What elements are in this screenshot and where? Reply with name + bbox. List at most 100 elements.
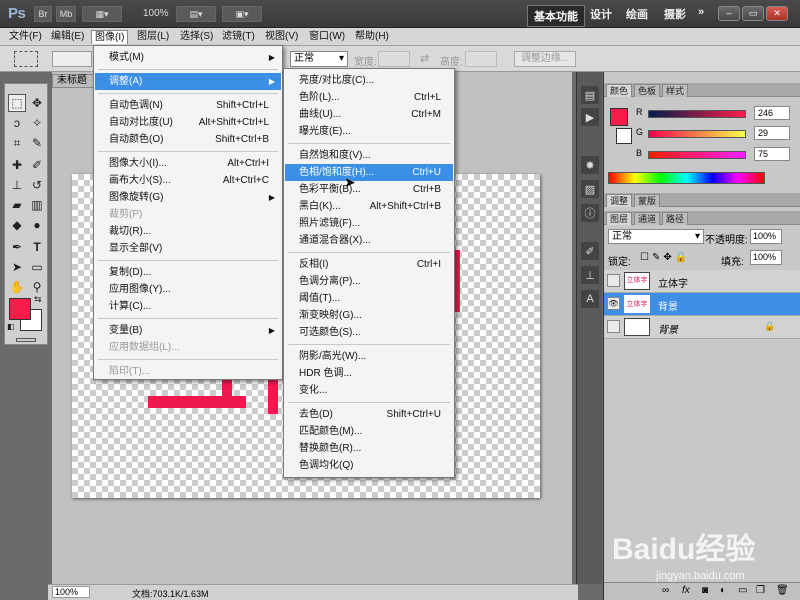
foreground-color-swatch[interactable]	[9, 298, 31, 320]
layer-row[interactable]: 立体字 立体字	[604, 270, 800, 293]
adjust-menu-item[interactable]: 反相(I) Ctrl+I	[285, 256, 453, 273]
mini-bridge-button[interactable]: Mb	[56, 6, 76, 22]
image-menu-item[interactable]: 图像旋转(G) ▶	[95, 189, 281, 206]
adjust-menu-item[interactable]: 亮度/对比度(C)...	[285, 72, 453, 89]
width-field[interactable]	[378, 51, 410, 67]
workspace-painting[interactable]: 绘画	[626, 6, 648, 22]
mask-icon[interactable]: ◙	[702, 585, 708, 596]
brush-tool-icon[interactable]: ✐	[28, 156, 46, 174]
eraser-tool-icon[interactable]: ▰	[8, 196, 26, 214]
new-layer-icon[interactable]: ❐	[756, 585, 765, 596]
document-size-info[interactable]: 文档:703.1K/1.63M	[132, 587, 209, 600]
color-panel-background-swatch[interactable]	[616, 128, 632, 144]
adjust-menu-item[interactable]: 自然饱和度(V)...	[285, 147, 453, 164]
tab-swatches[interactable]: 色板	[634, 84, 661, 97]
adjust-menu-item[interactable]: 照片滤镜(F)...	[285, 215, 453, 232]
adjust-menu-item[interactable]: 可选颜色(S)...	[285, 324, 453, 341]
arrange-documents-button[interactable]: ▤▾	[176, 6, 216, 22]
marquee-preset-icon[interactable]	[14, 51, 38, 67]
history-brush-icon[interactable]: ↺	[28, 176, 46, 194]
menu-file[interactable]: 文件(F)	[6, 30, 45, 44]
close-icon[interactable]: ✕	[766, 6, 788, 21]
green-slider[interactable]	[648, 130, 746, 138]
menu-select[interactable]: 选择(S)	[177, 30, 216, 44]
pen-tool-icon[interactable]: ✒	[8, 238, 26, 256]
tab-channels[interactable]: 通道	[634, 212, 661, 225]
adjust-menu-item[interactable]: 黑白(K)... Alt+Shift+Ctrl+B	[285, 198, 453, 215]
image-menu-item[interactable]: 自动对比度(U) Alt+Shift+Ctrl+L	[95, 114, 281, 131]
adjust-menu-item[interactable]: 色调分离(P)...	[285, 273, 453, 290]
blue-slider[interactable]	[648, 151, 746, 159]
move-tool-icon[interactable]: ✥	[28, 94, 46, 112]
tab-styles[interactable]: 样式	[662, 84, 689, 97]
extras-button[interactable]: ▦▾	[82, 6, 122, 22]
adjust-menu-item[interactable]: 曲线(U)... Ctrl+M	[285, 106, 453, 123]
magic-wand-icon[interactable]: ✧	[28, 114, 46, 132]
crop-tool-icon[interactable]: ⌗	[8, 134, 26, 152]
actions-panel-icon[interactable]: ▶	[581, 108, 599, 126]
image-menu-item[interactable]: 自动颜色(O) Shift+Ctrl+B	[95, 131, 281, 148]
image-menu-item[interactable]: 自动色调(N) Shift+Ctrl+L	[95, 97, 281, 114]
adjust-menu-item[interactable]: HDR 色调...	[285, 365, 453, 382]
red-slider[interactable]	[648, 110, 746, 118]
menu-window[interactable]: 窗口(W)	[306, 30, 348, 44]
menu-filter[interactable]: 滤镜(T)	[219, 30, 258, 44]
image-menu-item[interactable]: 画布大小(S)... Alt+Ctrl+C	[95, 172, 281, 189]
default-colors-icon[interactable]: ◧	[7, 322, 15, 331]
layer-row-selected[interactable]: 👁 立体字 背景	[604, 293, 800, 316]
eyedropper-icon[interactable]: ✎	[28, 134, 46, 152]
character-panel-icon[interactable]: A	[581, 290, 599, 308]
bridge-button[interactable]: Br	[34, 6, 52, 22]
image-menu-item[interactable]: 模式(M) ▶	[95, 49, 281, 66]
image-menu-item[interactable]: 显示全部(V)	[95, 240, 281, 257]
zoom-level[interactable]: 100%	[143, 8, 169, 19]
workspace-more[interactable]: »	[698, 6, 704, 18]
marquee-tool-icon[interactable]: ⬚	[8, 94, 26, 112]
swap-colors-icon[interactable]: ⇆	[34, 294, 42, 305]
image-menu-item[interactable]: 复制(D)...	[95, 264, 281, 281]
image-menu-item[interactable]: 裁切(R)...	[95, 223, 281, 240]
adjust-menu-item[interactable]: 曝光度(E)...	[285, 123, 453, 140]
layer-row[interactable]: 背景 🔒	[604, 316, 800, 339]
adjust-menu-item[interactable]: 色阶(L)... Ctrl+L	[285, 89, 453, 106]
adjust-menu-hue-saturation-item[interactable]: 色相/饱和度(H)... Ctrl+U	[285, 164, 453, 181]
shape-tool-icon[interactable]: ▭	[28, 258, 46, 276]
image-menu-item[interactable]: 变量(B) ▶	[95, 322, 281, 339]
color-panel-foreground-swatch[interactable]	[610, 108, 628, 126]
green-value-field[interactable]: 29	[754, 126, 790, 140]
trash-icon[interactable]: 🗑	[776, 585, 789, 596]
swap-icon[interactable]: ⇄	[420, 52, 429, 65]
adjust-menu-item[interactable]: 去色(D) Shift+Ctrl+U	[285, 406, 453, 423]
tab-layers[interactable]: 图层	[606, 212, 633, 225]
info-panel-icon[interactable]: ⓘ	[581, 204, 599, 222]
link-icon[interactable]: ∞	[662, 585, 669, 596]
eye-icon[interactable]: 👁	[607, 297, 620, 310]
adjustment-icon[interactable]: ◐	[720, 585, 726, 596]
color-spectrum-bar[interactable]	[608, 172, 765, 184]
menu-layer[interactable]: 图层(L)	[134, 30, 172, 44]
fx-icon[interactable]: fx	[682, 585, 690, 596]
blend-mode-select[interactable]: 正常 ▾	[608, 229, 704, 244]
lasso-tool-icon[interactable]: ↄ	[8, 114, 26, 132]
adjust-menu-item[interactable]: 匹配颜色(M)...	[285, 423, 453, 440]
adjust-menu-item[interactable]: 替换颜色(R)...	[285, 440, 453, 457]
menu-view[interactable]: 视图(V)	[262, 30, 301, 44]
zoom-status-field[interactable]: 100%	[52, 586, 90, 598]
brushes-panel-icon[interactable]: ✐	[581, 242, 599, 260]
minimize-icon[interactable]: –	[718, 6, 740, 21]
tab-paths[interactable]: 路径	[662, 212, 689, 225]
opacity-field[interactable]: 100%	[750, 229, 782, 244]
workspace-essentials[interactable]: 基本功能	[527, 5, 585, 27]
fill-field[interactable]: 100%	[750, 250, 782, 265]
menu-help[interactable]: 帮助(H)	[352, 30, 392, 44]
selection-mode-icon[interactable]	[52, 51, 92, 67]
refine-edge-button[interactable]: 调整边缘...	[514, 51, 576, 67]
adjust-menu-item[interactable]: 色彩平衡(B)... Ctrl+B	[285, 181, 453, 198]
adjust-menu-item[interactable]: 阈值(T)...	[285, 290, 453, 307]
tab-adjustments[interactable]: 调整	[606, 194, 633, 207]
history-panel-icon[interactable]: ▤	[581, 86, 599, 104]
menu-image[interactable]: 图像(I)	[91, 30, 129, 44]
adjust-menu-item[interactable]: 通道混合器(X)...	[285, 232, 453, 249]
image-menu-adjustments-item[interactable]: 调整(A) ▶	[95, 73, 281, 90]
dodge-tool-icon[interactable]: ●	[28, 216, 46, 234]
